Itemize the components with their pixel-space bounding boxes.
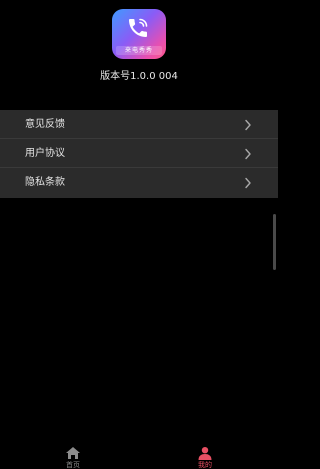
tab-mine-label: 我的 bbox=[198, 461, 212, 469]
tab-mine[interactable]: 我的 bbox=[185, 438, 225, 469]
chevron-right-icon bbox=[245, 148, 251, 160]
scrollbar[interactable] bbox=[273, 214, 276, 270]
bottom-tab-bar: 首页 我的 bbox=[0, 438, 278, 469]
app-logo: 来电秀秀 bbox=[112, 9, 166, 59]
phone-icon bbox=[129, 18, 148, 37]
version-text: 版本号1.0.0 004 bbox=[100, 71, 178, 82]
menu-item-feedback[interactable]: 意见反馈 bbox=[0, 110, 278, 139]
home-icon bbox=[66, 447, 80, 459]
settings-menu: 意见反馈 用户协议 隐私条款 bbox=[0, 110, 278, 198]
menu-item-user-agreement[interactable]: 用户协议 bbox=[0, 139, 278, 168]
tab-home-label: 首页 bbox=[66, 461, 80, 469]
app-logo-text: 来电秀秀 bbox=[116, 46, 162, 55]
chevron-right-icon bbox=[245, 119, 251, 131]
menu-item-label: 隐私条款 bbox=[25, 177, 65, 188]
tab-home[interactable]: 首页 bbox=[53, 438, 93, 469]
menu-item-privacy-policy[interactable]: 隐私条款 bbox=[0, 168, 278, 197]
menu-item-label: 意见反馈 bbox=[25, 119, 65, 130]
menu-item-label: 用户协议 bbox=[25, 148, 65, 159]
chevron-right-icon bbox=[245, 177, 251, 189]
user-icon bbox=[198, 447, 212, 460]
